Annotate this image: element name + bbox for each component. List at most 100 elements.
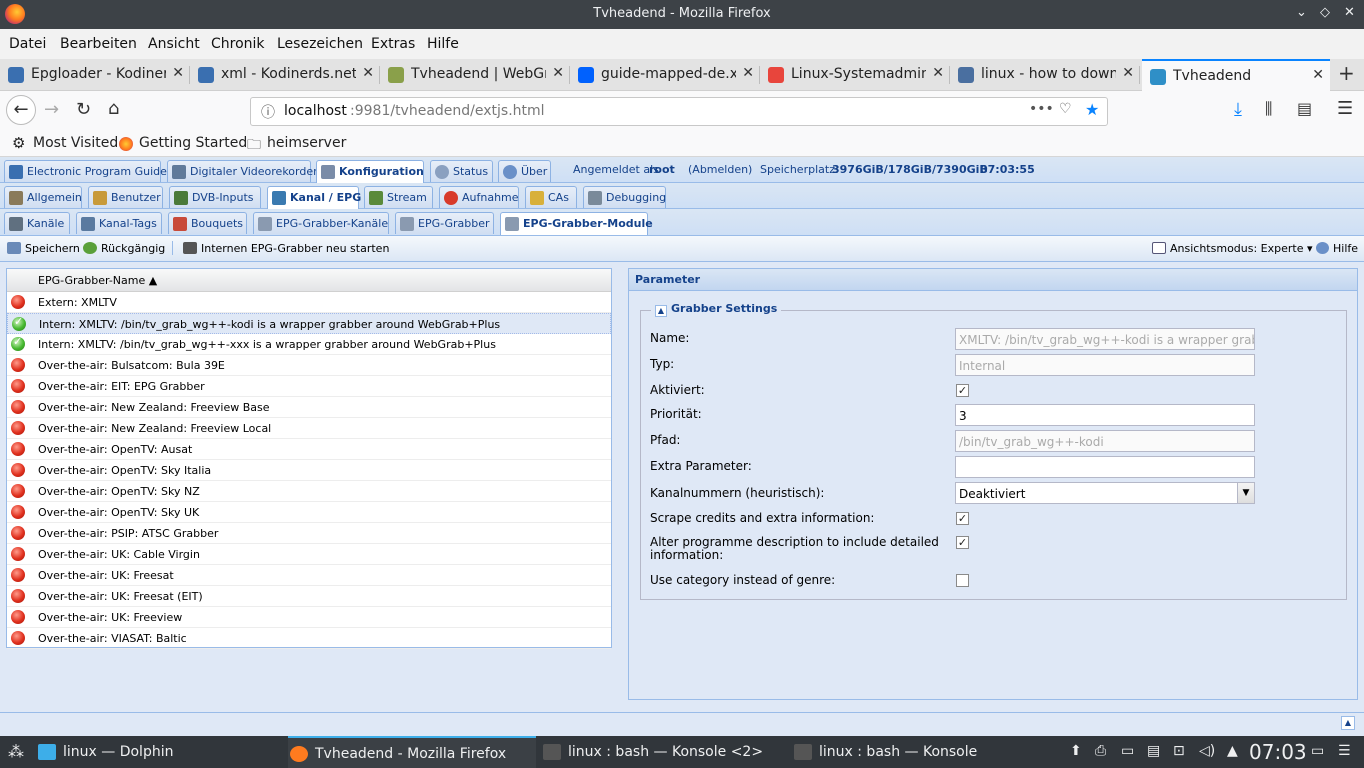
volume-icon[interactable]: ◁) xyxy=(1199,743,1215,759)
collapse-icon[interactable]: ▲ xyxy=(655,305,667,317)
tab-cas[interactable]: CAs xyxy=(525,186,577,208)
hamburger-menu-icon[interactable]: ☰ xyxy=(1337,98,1353,119)
task-dolphin[interactable]: linux — Dolphin xyxy=(38,736,278,768)
tab-general[interactable]: Allgemein xyxy=(4,186,82,208)
expand-log-icon[interactable]: ▲ xyxy=(1341,716,1355,730)
menu-ansicht[interactable]: Ansicht xyxy=(148,36,200,52)
scrape-credits-checkbox[interactable]: ✓ xyxy=(956,512,969,525)
task-konsole-2[interactable]: linux : bash — Konsole <2> xyxy=(543,736,783,768)
close-tab-icon[interactable]: ✕ xyxy=(552,65,564,81)
table-row[interactable]: Intern: XMLTV: /bin/tv_grab_wg++-kodi is… xyxy=(7,313,611,334)
bookmark-most-visited[interactable]: Most Visited xyxy=(33,135,118,151)
table-row[interactable]: Over-the-air: UK: Freesat xyxy=(7,565,611,586)
menu-bearbeiten[interactable]: Bearbeiten xyxy=(60,36,137,52)
name-field[interactable]: XMLTV: /bin/tv_grab_wg++-kodi is a wrapp… xyxy=(955,328,1255,350)
column-header-name[interactable]: EPG-Grabber-Name ▲ xyxy=(38,274,157,287)
close-tab-icon[interactable]: ✕ xyxy=(1122,65,1134,81)
tab-dvr[interactable]: Digitaler Videorekorder xyxy=(167,160,318,182)
browser-tab-active[interactable]: Tvheadend ✕ xyxy=(1142,59,1330,91)
app-launcher-icon[interactable]: ⁂ xyxy=(8,742,24,761)
home-icon[interactable]: ⌂ xyxy=(108,98,119,119)
table-row[interactable]: Over-the-air: UK: Cable Virgin xyxy=(7,544,611,565)
close-tab-icon[interactable]: ✕ xyxy=(362,65,374,81)
bookmark-getting-started[interactable]: Getting Started xyxy=(139,135,247,151)
save-button[interactable]: Speichern xyxy=(7,242,80,255)
new-tab-icon[interactable]: + xyxy=(1338,61,1355,85)
grid-header[interactable]: EPG-Grabber-Name ▲ xyxy=(7,269,611,292)
forward-icon[interactable]: → xyxy=(44,99,59,120)
tab-bouquets[interactable]: Bouquets xyxy=(168,212,247,234)
tab-epg[interactable]: Electronic Program Guide xyxy=(4,160,167,182)
menu-lesezeichen[interactable]: Lesezeichen xyxy=(277,36,363,52)
pocket-icon[interactable]: ♡ xyxy=(1059,101,1072,117)
network-icon[interactable]: ▭ xyxy=(1121,743,1134,759)
tab-epg-grabber-channels[interactable]: EPG-Grabber-Kanäle xyxy=(253,212,389,234)
browser-tab[interactable]: guide-mapped-de.xml✕ xyxy=(570,59,760,91)
browser-tab[interactable]: Tvheadend | WebGrab✕ xyxy=(380,59,570,91)
table-row[interactable]: Over-the-air: OpenTV: Sky UK xyxy=(7,502,611,523)
close-tab-icon[interactable]: ✕ xyxy=(932,65,944,81)
type-field[interactable]: Internal xyxy=(955,354,1255,376)
table-row[interactable]: Over-the-air: New Zealand: Freeview Base xyxy=(7,397,611,418)
tab-debugging[interactable]: Debugging xyxy=(583,186,666,208)
bookmark-heimserver[interactable]: heimserver xyxy=(267,135,346,151)
tab-about[interactable]: Über xyxy=(498,160,551,182)
table-row[interactable]: Extern: XMLTV xyxy=(7,292,611,313)
table-row[interactable]: Over-the-air: UK: Freeview xyxy=(7,607,611,628)
task-konsole[interactable]: linux : bash — Konsole xyxy=(794,736,1034,768)
page-actions-icon[interactable]: ••• xyxy=(1029,101,1054,117)
logout-link[interactable]: (Abmelden) xyxy=(688,163,752,176)
table-row[interactable]: Intern: XMLTV: /bin/tv_grab_wg++-xxx is … xyxy=(7,334,611,355)
category-checkbox[interactable] xyxy=(956,574,969,587)
close-window-icon[interactable]: ✕ xyxy=(1344,5,1355,20)
close-tab-icon[interactable]: ✕ xyxy=(1312,67,1324,83)
maximize-icon[interactable]: ◇ xyxy=(1320,5,1330,20)
sidebar-icon[interactable]: ▤ xyxy=(1297,99,1312,118)
undo-button[interactable]: Rückgängig xyxy=(83,242,165,255)
bookmark-star-icon[interactable]: ★ xyxy=(1085,100,1099,119)
tab-recording[interactable]: Aufnahme xyxy=(439,186,519,208)
downloads-icon[interactable]: ⤓ xyxy=(1234,99,1242,120)
menu-hilfe[interactable]: Hilfe xyxy=(427,36,459,52)
menu-icon[interactable]: ☰ xyxy=(1338,743,1351,759)
table-row[interactable]: Over-the-air: VIASAT: Baltic xyxy=(7,628,611,649)
table-row[interactable]: Over-the-air: New Zealand: Freeview Loca… xyxy=(7,418,611,439)
tab-channel-tags[interactable]: Kanal-Tags xyxy=(76,212,162,234)
task-firefox[interactable]: Tvheadend - Mozilla Firefox xyxy=(288,736,536,768)
enabled-checkbox[interactable]: ✓ xyxy=(956,384,969,397)
channel-numbers-select[interactable]: Deaktiviert ▼ xyxy=(955,482,1255,504)
help-button[interactable]: Hilfe xyxy=(1316,242,1358,255)
browser-tab[interactable]: Linux-Systemadministr✕ xyxy=(760,59,950,91)
table-row[interactable]: Over-the-air: PSIP: ATSC Grabber xyxy=(7,523,611,544)
reload-icon[interactable]: ↻ xyxy=(76,99,91,120)
tab-epg-grabber[interactable]: EPG-Grabber xyxy=(395,212,494,234)
grabber-settings-legend[interactable]: ▲ Grabber Settings xyxy=(651,302,782,317)
tab-channels[interactable]: Kanäle xyxy=(4,212,70,234)
menu-datei[interactable]: Datei xyxy=(9,36,46,52)
browser-tab[interactable]: linux - how to downlo ✕ xyxy=(950,59,1140,91)
url-bar[interactable]: ⓘ localhost :9981/tvheadend/extjs.html •… xyxy=(250,97,1108,126)
lock-icon[interactable]: ⊡ xyxy=(1173,743,1185,759)
priority-field[interactable]: 3 xyxy=(955,404,1255,426)
tab-epg-grabber-modules[interactable]: EPG-Grabber-Module xyxy=(500,212,653,235)
tab-channel-epg[interactable]: Kanal / EPG xyxy=(267,186,361,209)
tab-configuration[interactable]: Konfiguration xyxy=(316,160,424,183)
chevron-down-icon[interactable]: ▼ xyxy=(1237,483,1254,503)
menu-chronik[interactable]: Chronik xyxy=(211,36,265,52)
tab-dvb-inputs[interactable]: DVB-Inputs xyxy=(169,186,261,208)
close-tab-icon[interactable]: ✕ xyxy=(742,65,754,81)
browser-tab[interactable]: xml - Kodinerds.net - ✕ xyxy=(190,59,380,91)
close-tab-icon[interactable]: ✕ xyxy=(172,65,184,81)
table-row[interactable]: Over-the-air: OpenTV: Sky Italia xyxy=(7,460,611,481)
path-field[interactable]: /bin/tv_grab_wg++-kodi xyxy=(955,430,1255,452)
alter-description-checkbox[interactable]: ✓ xyxy=(956,536,969,549)
updates-icon[interactable]: ⬆ xyxy=(1070,743,1082,759)
clock[interactable]: 07:03 xyxy=(1249,740,1307,764)
menu-extras[interactable]: Extras xyxy=(371,36,415,52)
view-mode-dropdown[interactable]: Ansichtsmodus: Experte ▾ xyxy=(1152,242,1313,255)
browser-tab[interactable]: Epgloader - Kodinerds✕ xyxy=(0,59,190,91)
minimize-icon[interactable]: ⌄ xyxy=(1296,5,1307,20)
extra-parameter-field[interactable] xyxy=(955,456,1255,478)
tab-status[interactable]: Status xyxy=(430,160,493,182)
restart-epg-grabber-button[interactable]: Internen EPG-Grabber neu starten xyxy=(183,242,389,255)
